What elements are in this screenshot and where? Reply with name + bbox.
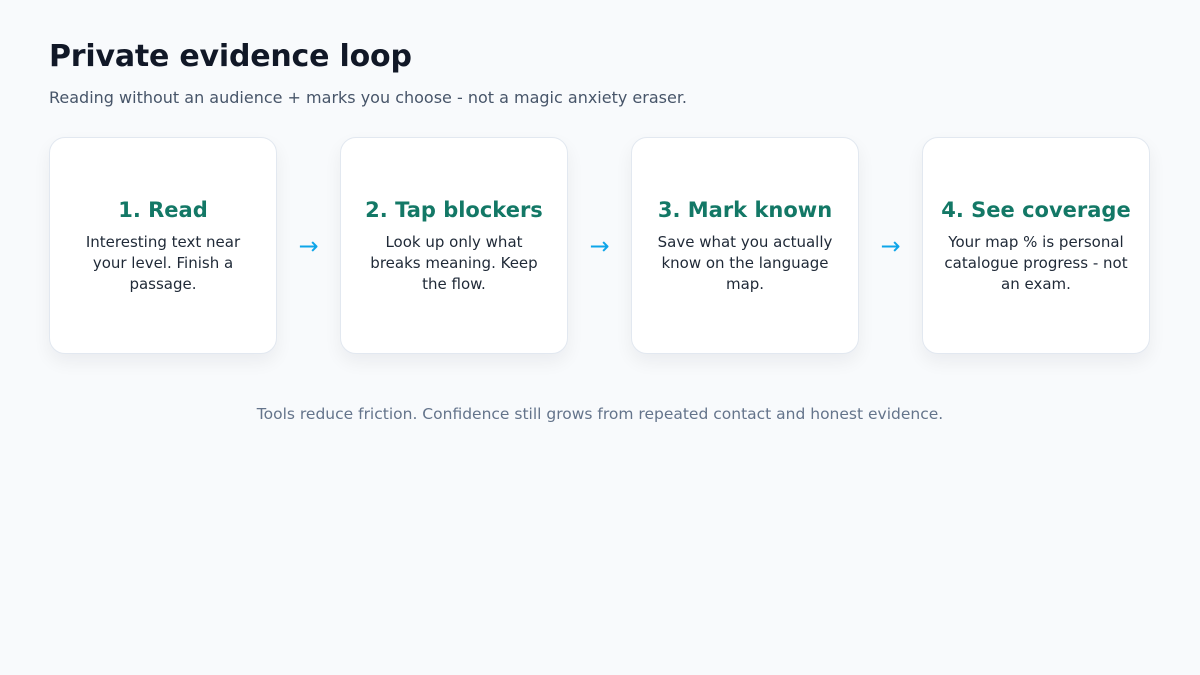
step-description: Look up only what breaks meaning. Keep t…	[370, 233, 538, 293]
right-arrow-icon: →	[589, 231, 610, 260]
page-title: Private evidence loop	[49, 39, 412, 74]
footer-note: Tools reduce friction. Confidence still …	[256, 405, 944, 423]
page: Private evidence loop Reading without an…	[0, 0, 1200, 675]
step-card-read: 1. Read Interesting text near your level…	[49, 137, 277, 354]
page-subtitle: Reading without an audience + marks you …	[49, 88, 688, 107]
step-card-mark-known: 3. Mark known Save what you actually kno…	[631, 137, 859, 354]
step-card-see-coverage: 4. See coverage Your map % is personal c…	[922, 137, 1150, 354]
step-title: 2. Tap blockers	[365, 198, 543, 222]
step-title: 4. See coverage	[941, 198, 1131, 222]
step-title: 1. Read	[118, 198, 208, 222]
step-title: 3. Mark known	[657, 198, 833, 222]
step-description: Your map % is personal catalogue progres…	[944, 233, 1128, 293]
right-arrow-icon: →	[880, 231, 901, 260]
step-description: Interesting text near your level. Finish…	[85, 233, 241, 293]
right-arrow-icon: →	[298, 231, 319, 260]
step-card-tap-blockers: 2. Tap blockers Look up only what breaks…	[340, 137, 568, 354]
process-flow: 1. Read Interesting text near your level…	[49, 137, 1151, 354]
step-description: Save what you actually know on the langu…	[657, 233, 833, 293]
